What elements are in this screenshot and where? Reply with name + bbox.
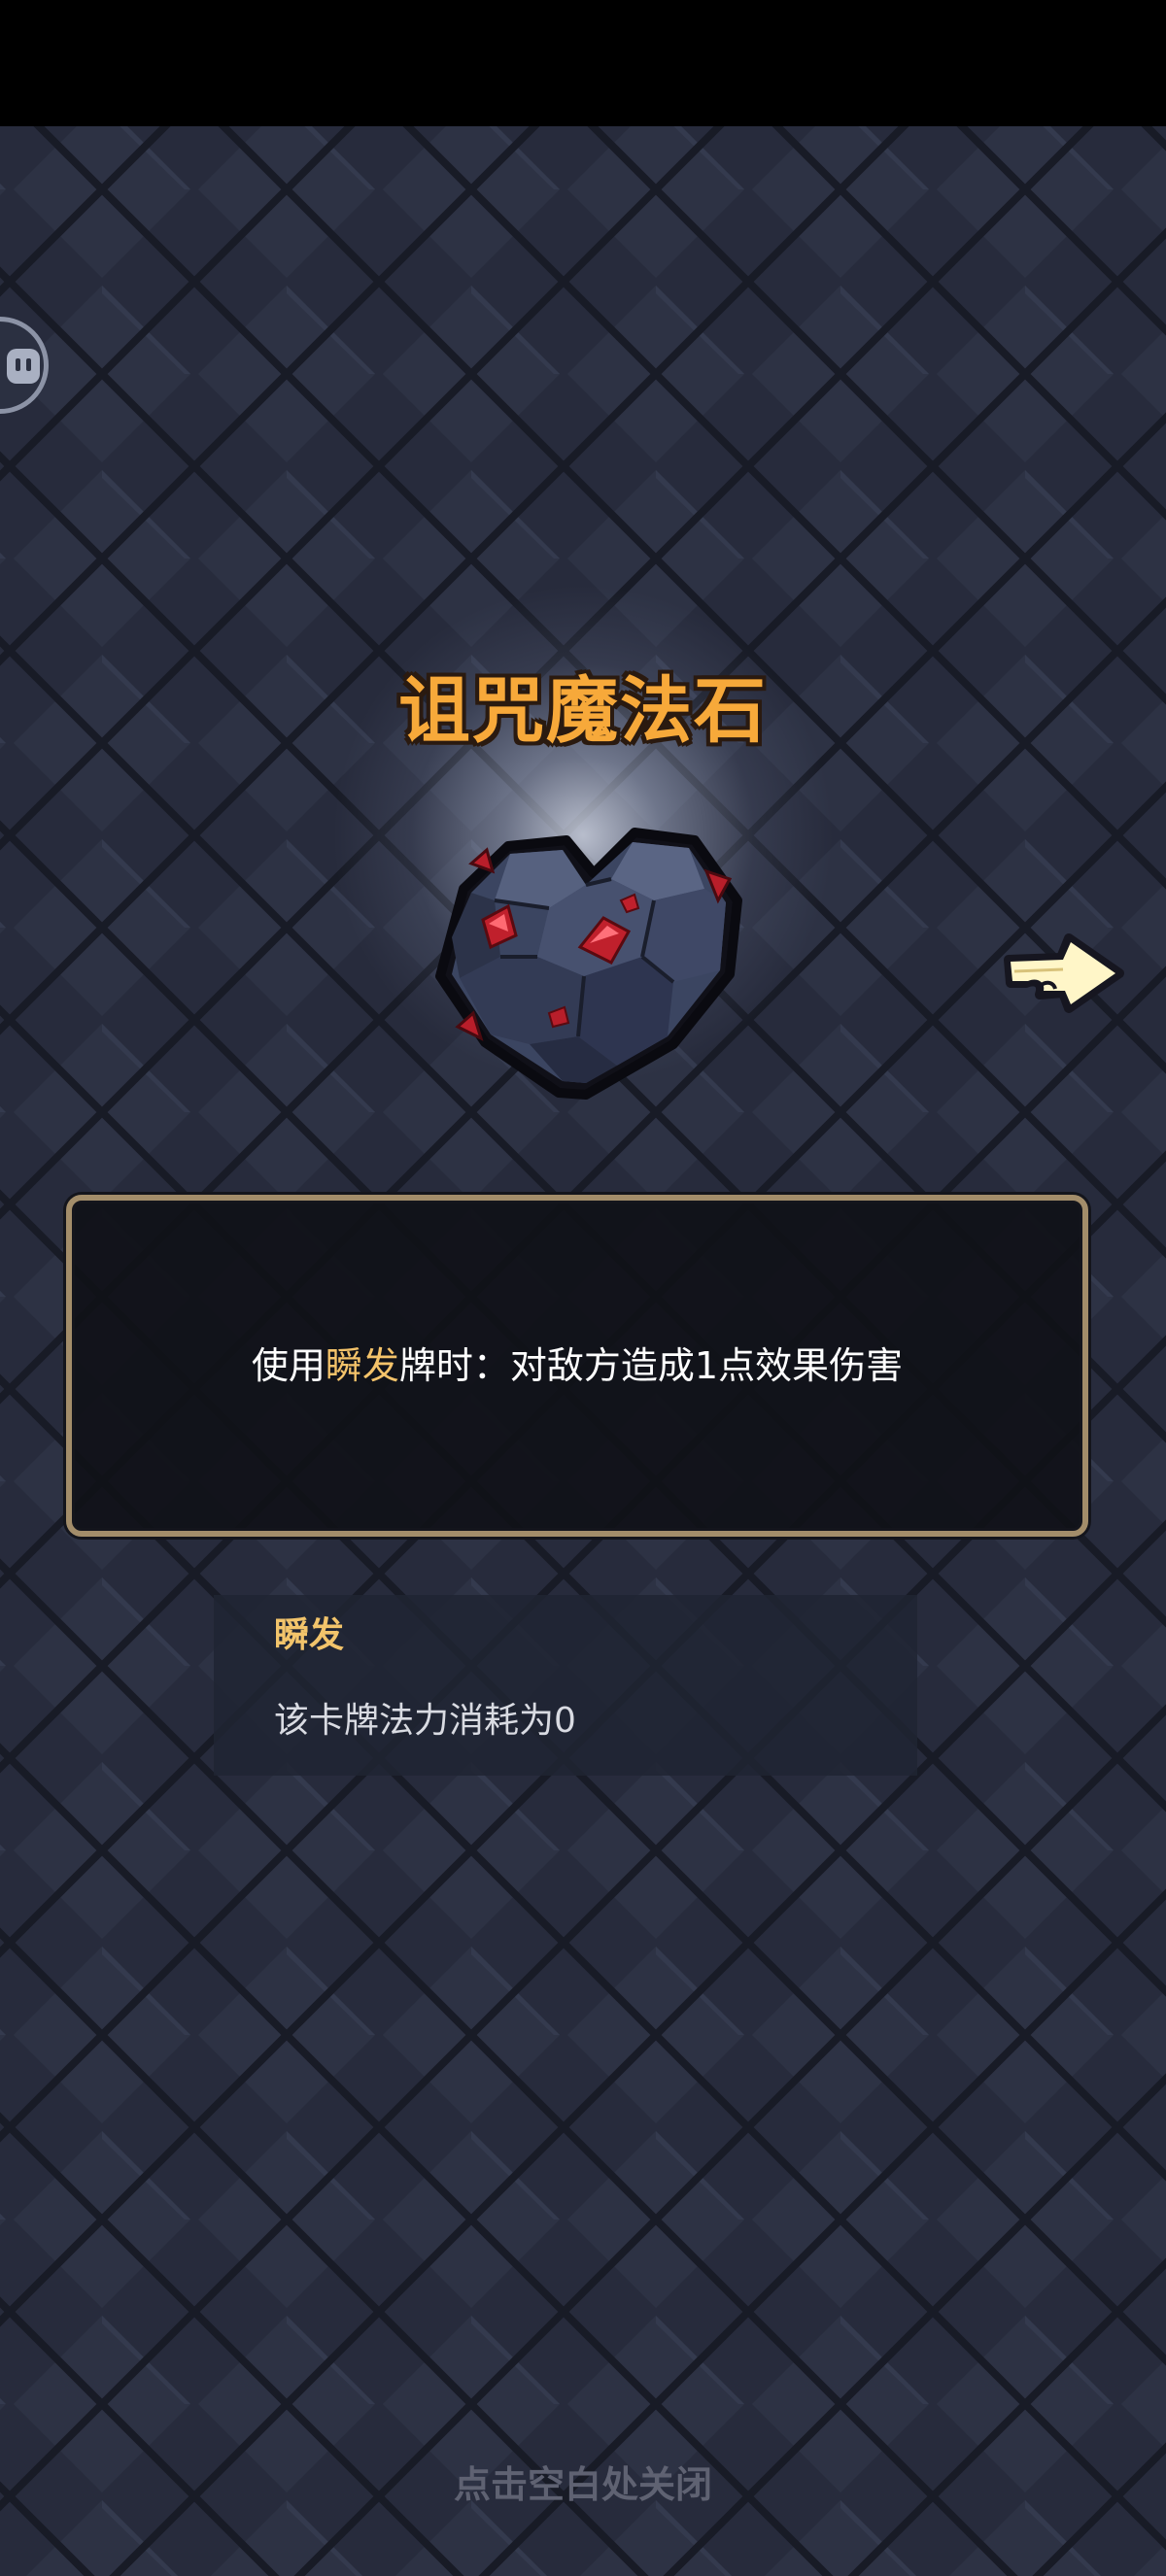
pointing-hand-arrow-icon[interactable] bbox=[1001, 923, 1127, 1020]
keyword-name: 瞬发 bbox=[274, 1615, 345, 1655]
close-hint: 点击空白处关闭 bbox=[453, 2463, 712, 2506]
description-prefix: 使用 bbox=[251, 1344, 326, 1387]
cursed-heart-stone-icon bbox=[435, 828, 742, 1100]
keyword-tooltip-panel: 瞬发 该卡牌法力消耗为0 bbox=[214, 1595, 917, 1776]
keyword-description: 该卡牌法力消耗为0 bbox=[274, 1701, 576, 1741]
description-suffix: 牌时：对敌方造成1点效果伤害 bbox=[398, 1344, 904, 1387]
description-keyword[interactable]: 瞬发 bbox=[326, 1344, 399, 1387]
status-bar bbox=[0, 0, 1166, 126]
face-icon bbox=[7, 349, 40, 384]
description-box: 使用瞬发牌时：对敌方造成1点效果伤害 bbox=[66, 1195, 1088, 1537]
item-description: 使用瞬发牌时：对敌方造成1点效果伤害 bbox=[72, 1337, 1082, 1395]
item-title: 诅咒魔法石 bbox=[398, 669, 768, 753]
card-detail-overlay[interactable]: 诅咒魔法石 使用瞬发牌时：对敌方造成1点效果伤害 瞬发 该卡牌法力消耗为0 bbox=[0, 126, 1166, 2576]
